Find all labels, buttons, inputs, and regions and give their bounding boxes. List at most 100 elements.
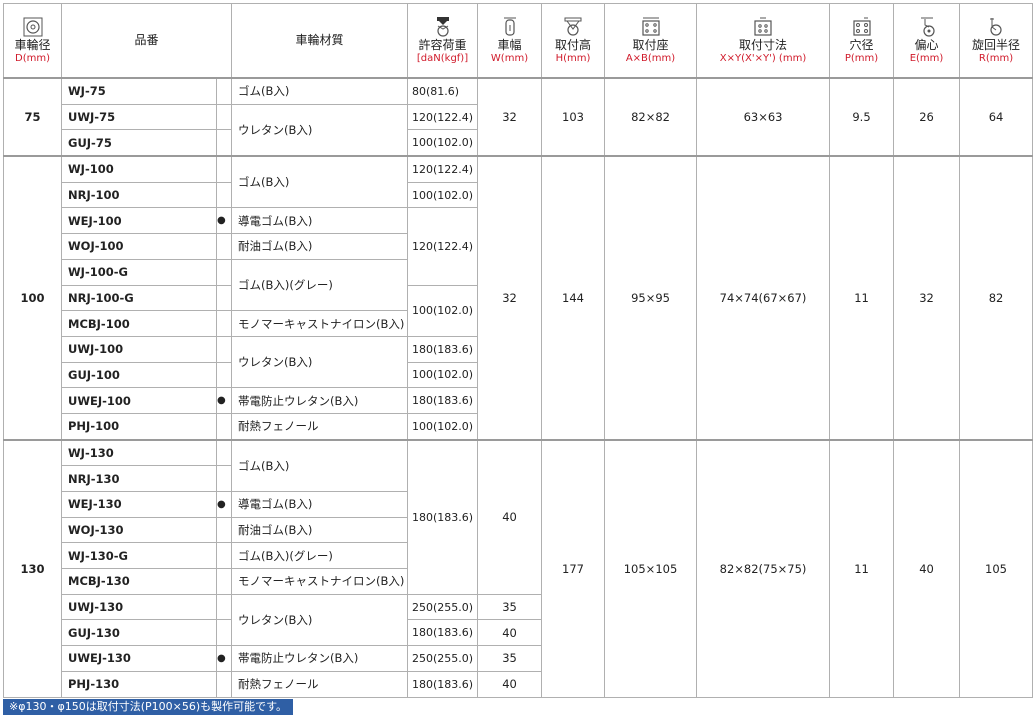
part-number: MCBJ-100 xyxy=(61,310,217,337)
base-cell: 105×105 xyxy=(604,438,698,698)
part-number: MCBJ-130 xyxy=(61,568,217,595)
part-number: NRJ-130 xyxy=(61,465,217,492)
load-cell: 180(183.6) xyxy=(407,438,479,595)
diameter-cell: 75 xyxy=(3,76,62,157)
part-number: WOJ-100 xyxy=(61,233,217,260)
marker-cell xyxy=(215,310,233,337)
base-cell: 82×82 xyxy=(604,76,698,157)
part-number: WJ-75 xyxy=(61,76,217,105)
marker-cell xyxy=(215,129,233,157)
load-cell: 100(102.0) xyxy=(407,129,479,157)
width-cell: 35 xyxy=(477,645,543,672)
part-number: UWEJ-130 xyxy=(61,645,217,672)
table-row: 130 WJ-130 ゴム(B入) 180(183.6) 40 177 105×… xyxy=(3,438,1034,698)
width-cell: 32 xyxy=(477,76,543,157)
load-cell: 80(81.6) xyxy=(407,76,479,105)
header-material: 車輪材質 xyxy=(231,3,409,79)
base-plate-icon xyxy=(641,17,660,36)
load-cell: 100(102.0) xyxy=(407,284,479,337)
base-cell: 95×95 xyxy=(604,155,698,441)
mount-height-icon xyxy=(564,17,582,36)
marker-cell xyxy=(215,361,233,389)
mount-cell: 74×74(67×67) xyxy=(696,155,831,441)
marker-cell xyxy=(215,593,233,621)
load-cell: 100(102.0) xyxy=(407,412,479,441)
part-number: GUJ-130 xyxy=(61,619,217,647)
material-cell: ゴム(B入)(グレー) xyxy=(231,258,409,312)
part-number: PHJ-100 xyxy=(61,412,217,441)
header-height: 取付高 H(mm) xyxy=(541,3,606,79)
material-cell: モノマーキャストナイロン(B入) xyxy=(231,568,409,595)
height-cell: 144 xyxy=(541,155,606,441)
part-number: WJ-100 xyxy=(61,155,217,183)
marker-dot: ● xyxy=(215,645,233,672)
hole-cell: 9.5 xyxy=(829,76,895,157)
material-cell: ウレタン(B入) xyxy=(231,103,409,157)
marker-cell xyxy=(215,103,233,131)
part-number: NRJ-100 xyxy=(61,181,217,209)
radius-cell: 105 xyxy=(959,438,1034,698)
header-diameter: 車輪径 D(mm) xyxy=(3,3,62,79)
marker-dot: ● xyxy=(215,387,233,414)
marker-cell xyxy=(215,155,233,183)
table-row: 75 WJ-75 ゴム(B入) 80(81.6) 32 103 82×82 63… xyxy=(3,76,1034,157)
width-cell: 40 xyxy=(477,670,543,698)
part-number: PHJ-130 xyxy=(61,670,217,698)
header-offset: 偏心 E(mm) xyxy=(893,3,961,79)
load-cell: 120(122.4) xyxy=(407,155,479,183)
part-number: UWJ-75 xyxy=(61,103,217,131)
part-number: WEJ-100 xyxy=(61,207,217,235)
material-cell: 導電ゴム(B入) xyxy=(231,491,409,518)
marker-cell xyxy=(215,412,233,441)
group-130: 130 WJ-130 ゴム(B入) 180(183.6) 40 177 105×… xyxy=(3,438,1034,698)
offset-cell: 26 xyxy=(893,76,961,157)
load-cell: 180(183.6) xyxy=(407,387,479,414)
marker-cell xyxy=(215,258,233,286)
width-cell: 32 xyxy=(477,155,543,441)
mount-dimension-icon xyxy=(754,17,772,36)
header-width: 車幅 W(mm) xyxy=(477,3,543,79)
material-cell: 導電ゴム(B入) xyxy=(231,207,409,235)
diameter-cell: 100 xyxy=(3,155,62,441)
load-icon xyxy=(436,16,449,37)
wheel-width-icon xyxy=(503,17,516,36)
part-number: UWEJ-100 xyxy=(61,387,217,414)
load-cell: 250(255.0) xyxy=(407,593,479,621)
load-cell: 180(183.6) xyxy=(407,670,479,698)
load-cell: 100(102.0) xyxy=(407,181,479,209)
load-cell: 100(102.0) xyxy=(407,361,479,389)
hole-cell: 11 xyxy=(829,155,895,441)
material-cell: 耐油ゴム(B入) xyxy=(231,233,409,260)
part-number: UWJ-130 xyxy=(61,593,217,621)
offset-cell: 40 xyxy=(893,438,961,698)
width-cell: 40 xyxy=(477,619,543,647)
material-cell: ゴム(B入) xyxy=(231,76,409,105)
load-cell: 250(255.0) xyxy=(407,645,479,672)
marker-cell xyxy=(215,568,233,595)
load-cell: 180(183.6) xyxy=(407,619,479,647)
material-cell: モノマーキャストナイロン(B入) xyxy=(231,310,409,337)
material-cell: ウレタン(B入) xyxy=(231,335,409,389)
part-number: UWJ-100 xyxy=(61,335,217,363)
marker-cell xyxy=(215,465,233,492)
marker-dot: ● xyxy=(215,207,233,235)
bolt-hole-icon xyxy=(852,17,871,36)
part-number: GUJ-75 xyxy=(61,129,217,157)
group-100: 100 WJ-100 ゴム(B入) 120(122.4) 32 144 95×9… xyxy=(3,155,1034,441)
header-mount: 取付寸法 X×Y(X'×Y') (mm) xyxy=(696,3,831,79)
width-cell: 35 xyxy=(477,593,543,621)
material-cell: 耐油ゴム(B入) xyxy=(231,516,409,544)
width-cell: 40 xyxy=(477,438,543,595)
diameter-cell: 130 xyxy=(3,438,62,698)
part-number: WJ-130 xyxy=(61,438,217,467)
material-cell: 耐熱フェノール xyxy=(231,412,409,441)
marker-cell xyxy=(215,233,233,260)
mount-cell: 82×82(75×75) xyxy=(696,438,831,698)
part-number: GUJ-100 xyxy=(61,361,217,389)
material-cell: 耐熱フェノール xyxy=(231,670,409,698)
part-number: NRJ-100-G xyxy=(61,284,217,312)
marker-cell xyxy=(215,76,233,105)
header-hole: 穴径 P(mm) xyxy=(829,3,895,79)
radius-cell: 82 xyxy=(959,155,1034,441)
header-base: 取付座 A×B(mm) xyxy=(604,3,698,79)
